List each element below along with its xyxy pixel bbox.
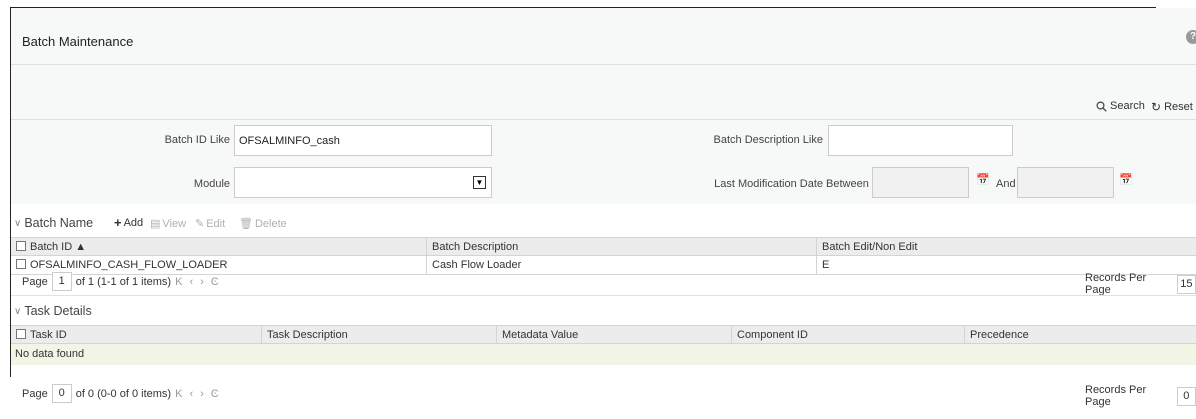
- page-number-input[interactable]: 0: [51, 384, 72, 403]
- chevron-down-icon: ∨: [14, 305, 22, 317]
- calendar-icon[interactable]: 📅: [1119, 173, 1133, 186]
- component-id-column-header[interactable]: Component ID: [731, 326, 966, 343]
- records-per-page-label: Records Per Page: [1085, 272, 1147, 296]
- select-all-checkbox[interactable]: [16, 329, 26, 339]
- calendar-icon[interactable]: 📅: [976, 173, 990, 186]
- delete-button[interactable]: 🗑 Delete: [239, 217, 287, 231]
- view-button[interactable]: ▤ View: [150, 217, 187, 231]
- precedence-column-header[interactable]: Precedence: [964, 326, 1029, 343]
- from-date-input[interactable]: [872, 167, 969, 198]
- page-label: Page: [22, 275, 48, 288]
- frame-border-left: [10, 7, 11, 377]
- records-per-page-input[interactable]: 15: [1176, 274, 1196, 294]
- batch-description-input[interactable]: [828, 125, 1013, 156]
- divider: [11, 295, 1196, 296]
- page-label: Page: [22, 387, 48, 400]
- edit-icon: ✎: [195, 218, 205, 230]
- divider: [11, 119, 1196, 120]
- chevron-down-icon: ∨: [14, 217, 22, 229]
- batch-id-column-header[interactable]: Batch ID ▲: [11, 238, 431, 255]
- search-button[interactable]: Search: [1096, 100, 1145, 112]
- view-label: View: [162, 217, 187, 230]
- delete-label: Delete: [254, 217, 287, 230]
- no-data-message: No data found: [11, 344, 1196, 365]
- column-label: Batch ID ▲: [30, 241, 87, 253]
- batch-id-label: Batch ID Like: [164, 134, 230, 146]
- records-per-page-label: Records Per Page: [1085, 384, 1147, 408]
- search-label: Search: [1110, 100, 1145, 112]
- metadata-value-column-header[interactable]: Metadata Value: [496, 326, 731, 343]
- batch-description-column-header[interactable]: Batch Description: [426, 238, 821, 255]
- batch-name-section-header[interactable]: ∨ Batch Name: [14, 216, 93, 230]
- batch-edit-column-header[interactable]: Batch Edit/Non Edit: [816, 238, 917, 255]
- batch-description-cell: Cash Flow Loader: [426, 256, 821, 274]
- module-select[interactable]: [234, 167, 492, 198]
- trash-icon: 🗑: [239, 218, 253, 230]
- task-table-header: Task ID Task Description Metadata Value …: [11, 325, 1196, 344]
- select-all-checkbox[interactable]: [16, 241, 26, 251]
- page-title: Batch Maintenance: [22, 34, 134, 49]
- reset-icon: ↻: [1151, 100, 1162, 114]
- batch-id-input[interactable]: [234, 125, 492, 156]
- pagination-nav-icons[interactable]: K ‹ › Ͼ: [175, 276, 221, 288]
- page-summary: of 1 (1-1 of 1 items): [75, 275, 172, 288]
- edit-button[interactable]: ✎ Edit: [195, 217, 226, 231]
- row-checkbox[interactable]: [16, 259, 26, 269]
- to-date-input[interactable]: [1017, 167, 1114, 198]
- column-label: Task ID: [30, 329, 67, 341]
- page-number-input[interactable]: 1: [51, 272, 72, 291]
- search-icon: [1096, 100, 1107, 112]
- chevron-down-icon[interactable]: ▼: [473, 176, 486, 189]
- records-per-page-input[interactable]: 0: [1176, 386, 1196, 406]
- task-pagination: Page 0 of 0 (0-0 of 0 items) K ‹ › Ͼ: [22, 384, 221, 403]
- task-description-column-header[interactable]: Task Description: [261, 326, 501, 343]
- batch-pagination: Page 1 of 1 (1-1 of 1 items) K ‹ › Ͼ: [22, 272, 221, 291]
- reset-button[interactable]: ↻ Reset: [1151, 100, 1193, 114]
- last-modification-date-label: Last Modification Date: [714, 178, 823, 190]
- module-label: Module: [193, 178, 230, 190]
- frame-border-top: [10, 7, 1156, 8]
- add-button[interactable]: + Add: [114, 215, 143, 230]
- reset-label: Reset: [1164, 101, 1193, 113]
- plus-icon: +: [114, 215, 122, 230]
- task-details-title: Task Details: [24, 304, 92, 318]
- batch-table-header: Batch ID ▲ Batch Description Batch Edit/…: [11, 237, 1196, 256]
- and-label: And: [996, 178, 1016, 190]
- edit-label: Edit: [206, 217, 226, 230]
- batch-description-label: Batch Description Like: [713, 134, 823, 146]
- batch-name-title: Batch Name: [24, 216, 94, 230]
- batch-edit-cell: E: [816, 256, 829, 274]
- task-records-per-page: Records Per Page 0: [1085, 384, 1196, 408]
- pagination-nav-icons[interactable]: K ‹ › Ͼ: [175, 388, 221, 400]
- page-summary: of 0 (0-0 of 0 items): [75, 387, 172, 400]
- task-id-column-header[interactable]: Task ID: [11, 326, 261, 343]
- task-details-section-header[interactable]: ∨ Task Details: [14, 304, 92, 318]
- divider: [11, 64, 1196, 65]
- batch-records-per-page: Records Per Page 15: [1085, 272, 1196, 296]
- between-label: Between: [826, 178, 869, 190]
- batch-id-value: OFSALMINFO_CASH_FLOW_LOADER: [30, 259, 228, 271]
- add-label: Add: [123, 216, 144, 229]
- help-icon[interactable]: ?: [1186, 30, 1196, 44]
- view-icon: ▤: [150, 218, 161, 230]
